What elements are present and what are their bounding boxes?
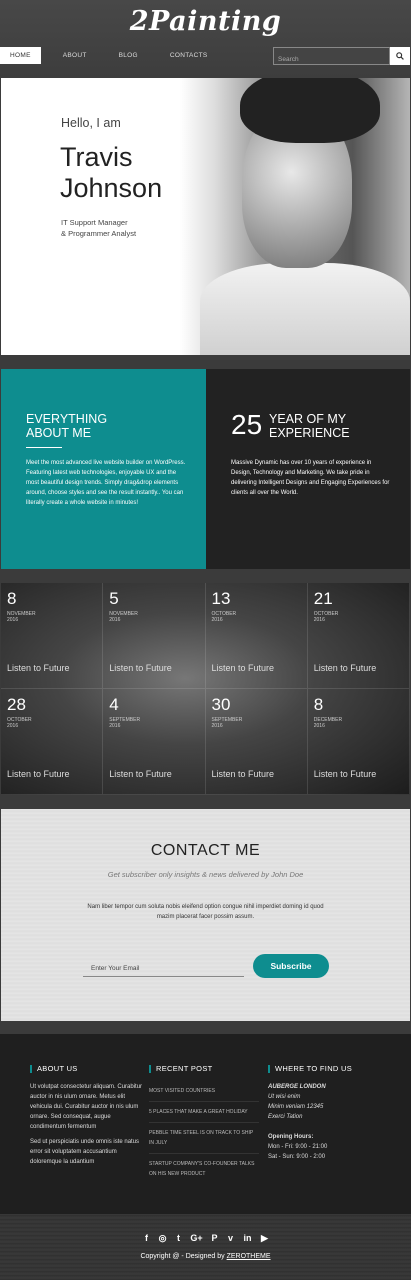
recent-post-link[interactable]: STARTUP COMPANY'S CO-FOUNDER TALKS ON HI… bbox=[149, 1159, 259, 1184]
event-card[interactable]: 5 NOVEMBER 2016 Listen to Future bbox=[103, 583, 206, 689]
event-day: 5 bbox=[109, 589, 119, 608]
footer-recent-column: RECENT POST bbox=[149, 1065, 213, 1073]
recent-post-list: MOST VISITED COUNTRIES 5 PLACES THAT MAK… bbox=[149, 1086, 259, 1189]
bottom-bar: f ◎ t G+ P v in ▶ Copyright @ - Designed… bbox=[0, 1214, 411, 1280]
recent-post-link[interactable]: PEBBLE TIME STEEL IS ON TRACK TO SHIP IN… bbox=[149, 1128, 259, 1154]
event-link[interactable]: Listen to Future bbox=[212, 769, 275, 779]
event-link[interactable]: Listen to Future bbox=[314, 663, 377, 673]
hero-role: IT Support Manager & Programmer Analyst bbox=[61, 218, 137, 238]
footer-about-column: ABOUT US bbox=[30, 1065, 78, 1073]
address-text: Ut wisi enim Minim veniam 12345 Exerci T… bbox=[268, 1094, 324, 1120]
copyright: Copyright @ - Designed by ZEROTHEME bbox=[0, 1253, 411, 1260]
event-year: 2016 bbox=[109, 723, 121, 729]
about-title: EVERYTHING ABOUT ME bbox=[26, 412, 108, 440]
event-year: 2016 bbox=[211, 617, 223, 623]
event-year: 2016 bbox=[7, 617, 19, 623]
nav-about[interactable]: ABOUT bbox=[47, 47, 103, 64]
event-link[interactable]: Listen to Future bbox=[7, 663, 70, 673]
event-day: 4 bbox=[109, 695, 119, 714]
search-icon bbox=[396, 52, 404, 60]
hero-section: Hello, I am Travis Johnson IT Support Ma… bbox=[1, 78, 410, 355]
footer-address: AUBERGE LONDON Ut wisi enim Minim veniam… bbox=[268, 1082, 388, 1162]
event-year: 2016 bbox=[313, 723, 325, 729]
nav-blog[interactable]: BLOG bbox=[103, 47, 154, 64]
event-day: 28 bbox=[7, 695, 26, 714]
site-logo[interactable]: 2Painting bbox=[0, 6, 411, 37]
instagram-icon[interactable]: ◎ bbox=[158, 1233, 168, 1244]
contact-section: CONTACT ME Get subscriber only insights … bbox=[1, 809, 410, 1021]
google-plus-icon[interactable]: G+ bbox=[190, 1233, 204, 1244]
experience-title: YEAR OF MY EXPERIENCE bbox=[269, 412, 350, 440]
experience-panel: 25 YEAR OF MY EXPERIENCE Massive Dynamic… bbox=[206, 369, 410, 569]
event-year: 2016 bbox=[313, 617, 325, 623]
hero-greeting: Hello, I am bbox=[61, 116, 121, 130]
footer-where-column: WHERE TO FIND US bbox=[268, 1065, 352, 1073]
contact-subtitle: Get subscriber only insights & news deli… bbox=[107, 870, 304, 879]
footer-about-paragraph: Sed ut perspiciatis unde omnis iste natu… bbox=[30, 1139, 140, 1165]
nav-contacts[interactable]: CONTACTS bbox=[154, 47, 224, 64]
event-link[interactable]: Listen to Future bbox=[109, 663, 172, 673]
nav-home[interactable]: HOME bbox=[0, 47, 41, 64]
events-section: 8 NOVEMBER 2016 Listen to Future 5 NOVEMBER 2… bbox=[1, 583, 410, 795]
event-card[interactable]: 21 OCTOBER 2016 Listen to Future bbox=[307, 583, 410, 689]
opening-hours-text: Mon - Fri: 9:00 - 21:00 Sat - Sun: 9:00 … bbox=[268, 1144, 328, 1160]
event-link[interactable]: Listen to Future bbox=[212, 663, 275, 673]
footer-where-heading: WHERE TO FIND US bbox=[268, 1065, 352, 1073]
youtube-icon[interactable]: ▶ bbox=[260, 1233, 270, 1244]
event-year: 2016 bbox=[7, 723, 19, 729]
event-link[interactable]: Listen to Future bbox=[314, 769, 377, 779]
main-nav: HOME ABOUT BLOG CONTACTS bbox=[0, 47, 224, 64]
event-year: 2016 bbox=[109, 617, 121, 623]
recent-post-link[interactable]: 5 PLACES THAT MAKE A GREAT HOLIDAY bbox=[149, 1107, 259, 1123]
event-day: 8 bbox=[313, 695, 324, 714]
search-box bbox=[273, 47, 390, 68]
event-link[interactable]: Listen to Future bbox=[7, 769, 70, 779]
email-field[interactable] bbox=[83, 959, 244, 978]
vimeo-icon[interactable]: v bbox=[226, 1233, 236, 1244]
copyright-text: Copyright @ - Designed by bbox=[140, 1253, 225, 1260]
site-header: 2Painting HOME ABOUT BLOG CONTACTS bbox=[0, 0, 411, 78]
experience-number: 25 bbox=[231, 409, 263, 440]
event-year: 2016 bbox=[211, 723, 223, 729]
contact-title: CONTACT ME bbox=[150, 842, 261, 859]
search-input[interactable] bbox=[274, 51, 389, 68]
event-card[interactable]: 13 OCTOBER 2016 Listen to Future bbox=[205, 583, 308, 689]
subscribe-button[interactable]: Subscribe bbox=[253, 954, 329, 978]
linkedin-icon[interactable]: in bbox=[242, 1233, 254, 1244]
footer-recent-heading: RECENT POST bbox=[149, 1065, 213, 1073]
email-field-wrapper bbox=[83, 957, 244, 978]
event-card[interactable]: 8 NOVEMBER 2016 Listen to Future bbox=[1, 583, 104, 689]
experience-text: Massive Dynamic has over 10 years of exp… bbox=[231, 460, 390, 496]
hero-name: Travis Johnson bbox=[60, 142, 163, 203]
event-link[interactable]: Listen to Future bbox=[109, 769, 172, 779]
event-day: 13 bbox=[211, 589, 231, 608]
events-grid: 8 NOVEMBER 2016 Listen to Future 5 NOVEMBER 2… bbox=[1, 583, 410, 795]
event-card[interactable]: 28 OCTOBER 2016 Listen to Future bbox=[1, 689, 104, 795]
footer-about-paragraph: Ut volutpat consectetur aliquam. Curabit… bbox=[30, 1084, 143, 1130]
hero-portrait-image bbox=[180, 78, 410, 355]
event-card[interactable]: 4 SEPTEMBER 2016 Listen to Future bbox=[103, 689, 206, 795]
about-text: Meet the most advanced live website buil… bbox=[26, 460, 186, 506]
twitter-icon[interactable]: t bbox=[174, 1233, 184, 1244]
recent-post-link[interactable]: MOST VISITED COUNTRIES bbox=[149, 1086, 259, 1102]
event-card[interactable]: 30 SEPTEMBER 2016 Listen to Future bbox=[205, 689, 308, 795]
footer-about-heading: ABOUT US bbox=[30, 1065, 78, 1073]
event-day: 21 bbox=[313, 589, 333, 608]
divider bbox=[26, 447, 62, 448]
designer-link[interactable]: ZEROTHEME bbox=[227, 1253, 271, 1260]
location-name: AUBERGE LONDON bbox=[268, 1084, 326, 1090]
contact-text: Nam liber tempor cum soluta nobis eleife… bbox=[87, 904, 324, 920]
footer-about-text: Ut volutpat consectetur aliquam. Curabit… bbox=[30, 1082, 145, 1167]
opening-hours-heading: Opening Hours: bbox=[268, 1134, 314, 1140]
about-me-panel: EVERYTHING ABOUT ME Meet the most advanc… bbox=[1, 369, 206, 569]
pinterest-icon[interactable]: P bbox=[210, 1233, 220, 1244]
search-button[interactable] bbox=[390, 47, 410, 65]
site-footer: ABOUT US Ut volutpat consectetur aliquam… bbox=[0, 1034, 411, 1214]
social-links: f ◎ t G+ P v in ▶ bbox=[0, 1233, 411, 1244]
event-card[interactable]: 8 DECEMBER 2016 Listen to Future bbox=[307, 689, 410, 795]
event-day: 30 bbox=[211, 695, 231, 714]
facebook-icon[interactable]: f bbox=[142, 1233, 152, 1244]
event-day: 8 bbox=[7, 589, 17, 608]
